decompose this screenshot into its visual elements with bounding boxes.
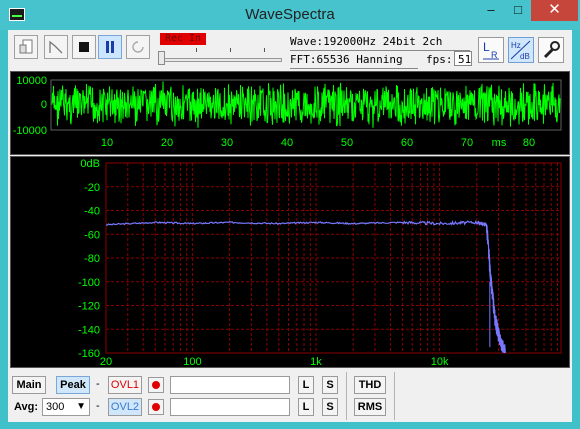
- wrench-icon: [543, 41, 560, 59]
- main-button[interactable]: Main: [12, 376, 46, 394]
- refresh-icon: [132, 41, 144, 53]
- spectrum-grid: [105, 162, 562, 354]
- spectrum-y-tick: -80: [84, 253, 100, 265]
- overlay2-load-button[interactable]: L: [298, 398, 314, 416]
- spectrum-y-tick: -160: [78, 348, 100, 360]
- wave-y-tick: 0: [41, 99, 47, 111]
- spectrum-x-ticks: 20 100 1k 10k: [100, 356, 449, 368]
- svg-text:Hz: Hz: [511, 41, 521, 50]
- divider: [394, 372, 395, 420]
- record-overlay2-button[interactable]: [148, 399, 164, 415]
- spectrum-display[interactable]: 0dB -20 -40 -60 -80 -100 -120 -140 -160 20 100 1k 1…: [10, 156, 570, 368]
- spectrum-y-tick: -20: [84, 182, 100, 194]
- spectrum-x-tick: 20: [100, 356, 112, 367]
- overlay1-save-button[interactable]: S: [322, 376, 338, 394]
- rms-button[interactable]: RMS: [354, 398, 386, 416]
- wave-y-tick: 10000: [16, 75, 47, 87]
- channel-lr-button[interactable]: L R: [478, 37, 504, 63]
- spectrum-x-tick: 1k: [310, 356, 322, 367]
- spectrum-y-ticks: 0dB -20 -40 -60 -80 -100 -120 -140 -160: [78, 158, 100, 360]
- waveform-trace: [51, 81, 561, 128]
- open-file-button[interactable]: [14, 35, 38, 59]
- record-overlay1-button[interactable]: [148, 377, 164, 393]
- signal-generator-button[interactable]: [44, 35, 68, 59]
- hz-db-scale-button[interactable]: Hz dB: [508, 37, 534, 63]
- fps-label: fps:: [426, 53, 453, 66]
- avg-label: Avg:: [14, 401, 39, 413]
- chevron-down-icon: ▼: [76, 401, 86, 412]
- wave-x-tick: 50: [341, 137, 353, 149]
- ovl2-button[interactable]: OVL2: [108, 398, 142, 416]
- overlay2-save-button[interactable]: S: [322, 398, 338, 416]
- wave-x-tick: 20: [161, 137, 173, 149]
- spectrum-y-tick: -60: [84, 229, 100, 241]
- spectrum-x-tick: 100: [183, 356, 201, 367]
- stop-button[interactable]: [72, 35, 96, 59]
- dash-separator: -: [96, 378, 100, 390]
- app-window: WaveSpectra – □ ✕ Rec In Wave:192000Hz 2…: [0, 0, 580, 429]
- svg-text:dB: dB: [520, 52, 530, 61]
- fft-info: FFT:65536 Hanning: [290, 53, 403, 66]
- loop-button[interactable]: [126, 35, 150, 59]
- wave-format-info: Wave:192000Hz 24bit 2ch: [290, 35, 443, 48]
- wave-x-tick: 60: [401, 137, 413, 149]
- spectrum-x-tick: 10k: [431, 356, 449, 367]
- wave-x-tick: 40: [281, 137, 293, 149]
- pause-button[interactable]: [98, 35, 122, 59]
- fps-value: 51: [458, 53, 472, 66]
- slider-thumb[interactable]: [158, 51, 165, 65]
- peak-button[interactable]: Peak: [56, 376, 90, 394]
- spectrum-y-tick: 0dB: [80, 158, 100, 170]
- spectrum-chart: 0dB -20 -40 -60 -80 -100 -120 -140 -160 20 100 1k 1…: [78, 158, 562, 368]
- waveform-icon: [49, 40, 63, 54]
- wave-y-tick: -10000: [13, 125, 47, 137]
- rec-indicator: Rec In: [160, 33, 206, 45]
- hz-db-icon: Hz dB: [510, 40, 531, 61]
- wave-x-tick: 10: [101, 137, 113, 149]
- wave-x-tick: 80: [523, 137, 535, 149]
- waveform-line: [51, 81, 561, 128]
- lr-icon: L R: [483, 40, 499, 60]
- minimize-button[interactable]: –: [478, 0, 504, 21]
- wave-x-tick: 30: [221, 137, 233, 149]
- overlay1-load-button[interactable]: L: [298, 376, 314, 394]
- maximize-button[interactable]: □: [505, 0, 531, 21]
- dash-separator: -: [96, 400, 100, 412]
- wave-x-tick: 70: [461, 137, 473, 149]
- settings-button[interactable]: [538, 37, 564, 63]
- spectrum-y-tick: -140: [78, 324, 100, 336]
- spectrum-y-tick: -100: [78, 277, 100, 289]
- divider: [346, 372, 347, 420]
- avg-select[interactable]: 300 ▼: [42, 398, 90, 416]
- title-bar[interactable]: WaveSpectra – □ ✕: [0, 0, 580, 30]
- spectrum-y-tick: -120: [78, 301, 100, 313]
- waveform-display[interactable]: 10000 0 -10000 10 20 30 40 50 60 70 ms 8…: [10, 71, 570, 155]
- overlay2-name-field[interactable]: [170, 398, 290, 416]
- input-level-slider[interactable]: [160, 58, 282, 62]
- spectrum-trace: [105, 220, 506, 354]
- close-button[interactable]: ✕: [531, 0, 578, 21]
- spectrum-y-tick: -40: [84, 206, 100, 218]
- file-icon: [19, 39, 33, 54]
- stop-icon: [79, 42, 89, 52]
- waveform-chart: 10000 0 -10000 10 20 30 40 50 60 70 ms 8…: [13, 75, 562, 149]
- ovl1-button[interactable]: OVL1: [108, 376, 142, 394]
- pause-icon: [106, 41, 109, 53]
- overlay1-name-field[interactable]: [170, 376, 290, 394]
- spectrum-line: [105, 220, 506, 354]
- svg-text:L: L: [483, 40, 490, 54]
- wave-x-unit: ms: [492, 137, 507, 149]
- thd-button[interactable]: THD: [354, 376, 386, 394]
- client-area: Rec In Wave:192000Hz 24bit 2ch FFT:65536…: [8, 30, 572, 422]
